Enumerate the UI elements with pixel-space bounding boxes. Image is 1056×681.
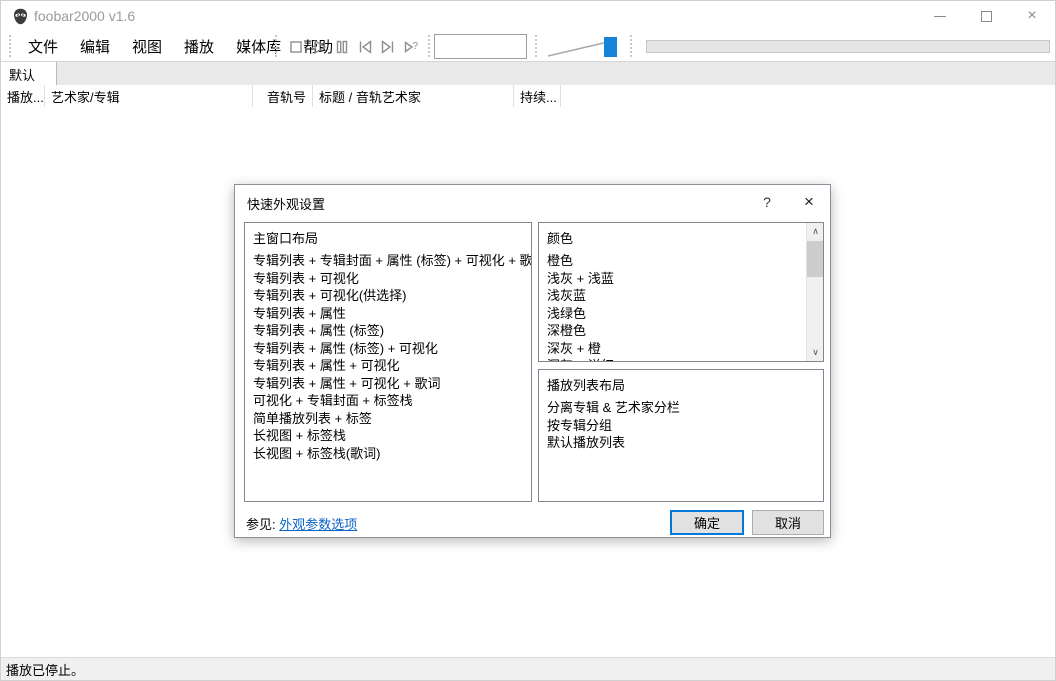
color-option[interactable]: 浅绿色: [539, 305, 806, 323]
color-option[interactable]: 深橙色: [539, 322, 806, 340]
random-icon: ?: [404, 41, 418, 53]
menu-item[interactable]: 编辑: [69, 31, 121, 61]
cancel-button[interactable]: 取消: [752, 510, 824, 535]
color-option[interactable]: 深灰 + 橙: [539, 340, 806, 358]
toolbar: 文件 编辑 视图 播放 媒体库 帮助 ?: [1, 31, 1055, 61]
dialog-help-button[interactable]: ?: [755, 191, 779, 213]
playlist-layout-header: 播放列表布局: [547, 378, 626, 393]
previous-icon: [359, 39, 371, 54]
close-button[interactable]: ×: [1009, 1, 1055, 31]
status-text: 播放已停止。: [6, 662, 85, 678]
layout-option[interactable]: 长视图 + 标签栈: [245, 427, 531, 445]
see-also: 参见: 外观参数选项: [246, 514, 357, 533]
play-icon: [313, 39, 326, 54]
pause-icon: [336, 40, 347, 53]
column-header-duration[interactable]: 持续...: [514, 85, 561, 107]
main-layout-items: 专辑列表 + 专辑封面 + 属性 (标签) + 可视化 + 歌词 专辑列表 + 可…: [245, 252, 531, 462]
playlist-tab-default[interactable]: 默认: [1, 62, 57, 86]
toolbar-gripper[interactable]: [630, 35, 633, 57]
appearance-preferences-link[interactable]: 外观参数选项: [279, 517, 357, 532]
playlist-layout-option[interactable]: 按专辑分组: [539, 417, 823, 435]
column-header-title-artist[interactable]: 标题 / 音轨艺术家: [313, 85, 514, 107]
toolbar-gripper[interactable]: [275, 35, 278, 57]
random-button[interactable]: ?: [399, 35, 422, 58]
color-option[interactable]: 浅灰蓝: [539, 287, 806, 305]
layout-option[interactable]: 可视化 + 专辑封面 + 标签栈: [245, 392, 531, 410]
playlist-layout-option[interactable]: 分离专辑 & 艺术家分栏: [539, 399, 823, 417]
toolbar-gripper[interactable]: [428, 35, 431, 57]
play-button[interactable]: [307, 35, 330, 58]
search-input[interactable]: [434, 34, 527, 59]
window-title: foobar2000 v1.6: [34, 8, 136, 24]
stop-icon: [289, 40, 302, 53]
dialog-title: 快速外观设置: [247, 197, 326, 212]
scroll-down-icon[interactable]: ∨: [807, 344, 823, 361]
layout-option[interactable]: 专辑列表 + 可视化: [245, 270, 531, 288]
maximize-button[interactable]: [963, 1, 1009, 31]
playlist-tab-strip: 默认: [1, 61, 1055, 86]
colors-items-wrap: 颜色 橙色浅灰 + 浅蓝浅灰蓝浅绿色深橙色深灰 + 橙深灰 + 洋红: [539, 229, 823, 361]
main-window: foobar2000 v1.6 × 文件 编辑 视图 播放 媒体库 帮助 ? 默…: [0, 0, 1056, 681]
toolbar-gripper[interactable]: [9, 35, 12, 57]
colors-scrollbar[interactable]: ∧ ∨: [806, 223, 823, 361]
colors-listbox[interactable]: 颜色 橙色浅灰 + 浅蓝浅灰蓝浅绿色深橙色深灰 + 橙深灰 + 洋红 ∧ ∨: [538, 222, 824, 362]
next-button[interactable]: [376, 35, 399, 58]
close-icon: ×: [1027, 7, 1037, 24]
menu-item[interactable]: 媒体库: [225, 31, 292, 61]
stop-button[interactable]: [284, 35, 307, 58]
ok-button[interactable]: 确定: [670, 510, 744, 535]
color-option[interactable]: 深灰 + 洋红: [539, 357, 806, 361]
minimize-button[interactable]: [917, 1, 963, 31]
layout-option[interactable]: 专辑列表 + 可视化(供选择): [245, 287, 531, 305]
toolbar-gripper[interactable]: [535, 35, 538, 57]
playback-buttons: ?: [284, 35, 422, 58]
layout-option[interactable]: 长视图 + 标签栈(歌词): [245, 445, 531, 463]
color-option[interactable]: 浅灰 + 浅蓝: [539, 270, 806, 288]
layout-option[interactable]: 专辑列表 + 专辑封面 + 属性 (标签) + 可视化 + 歌词: [245, 252, 531, 270]
close-icon: ×: [804, 192, 814, 211]
main-layout-header: 主窗口布局: [253, 231, 319, 246]
menu-item[interactable]: 视图: [121, 31, 173, 61]
playlist-layout-items: 分离专辑 & 艺术家分栏 按专辑分组 默认播放列表: [539, 399, 823, 452]
title-bar: foobar2000 v1.6 ×: [1, 1, 1055, 31]
menu-item[interactable]: 文件: [17, 31, 69, 61]
colors-header: 颜色: [547, 231, 574, 246]
playlist-layout-option[interactable]: 默认播放列表: [539, 434, 823, 452]
menu-item[interactable]: 播放: [173, 31, 225, 61]
dialog-close-button[interactable]: ×: [795, 191, 823, 213]
color-option[interactable]: 橙色: [539, 252, 806, 270]
svg-text:?: ?: [412, 41, 418, 52]
layout-option[interactable]: 专辑列表 + 属性 + 可视化 + 歌词: [245, 375, 531, 393]
previous-button[interactable]: [353, 35, 376, 58]
foobar2000-logo-icon: [13, 8, 28, 25]
column-header-artist-album[interactable]: 艺术家/专辑: [45, 85, 253, 107]
quick-appearance-dialog: 快速外观设置 ? × 主窗口布局 专辑列表 + 专辑封面 + 属性 (标签) +…: [234, 184, 831, 538]
colors-items: 橙色浅灰 + 浅蓝浅灰蓝浅绿色深橙色深灰 + 橙深灰 + 洋红: [539, 252, 806, 361]
volume-handle: [604, 37, 617, 57]
column-header-playing[interactable]: 播放...: [1, 85, 45, 107]
see-also-label: 参见:: [246, 517, 276, 532]
window-controls: ×: [917, 1, 1055, 31]
layout-option[interactable]: 专辑列表 + 属性 (标签) + 可视化: [245, 340, 531, 358]
scrollbar-thumb[interactable]: [807, 241, 823, 277]
status-bar: 播放已停止。: [1, 657, 1055, 680]
volume-slider[interactable]: [546, 33, 624, 59]
pause-button[interactable]: [330, 35, 353, 58]
layout-option[interactable]: 简单播放列表 + 标签: [245, 410, 531, 428]
playlist-layout-listbox[interactable]: 播放列表布局 分离专辑 & 艺术家分栏 按专辑分组 默认播放列表: [538, 369, 824, 502]
layout-option[interactable]: 专辑列表 + 属性: [245, 305, 531, 323]
layout-option[interactable]: 专辑列表 + 属性 + 可视化: [245, 357, 531, 375]
next-icon: [381, 39, 393, 54]
maximize-icon: [980, 10, 992, 22]
scroll-up-icon[interactable]: ∧: [807, 223, 823, 240]
playlist-column-headers: 播放... 艺术家/专辑 音轨号 标题 / 音轨艺术家 持续...: [1, 85, 1055, 107]
layout-option[interactable]: 专辑列表 + 属性 (标签): [245, 322, 531, 340]
main-layout-listbox[interactable]: 主窗口布局 专辑列表 + 专辑封面 + 属性 (标签) + 可视化 + 歌词 专辑…: [244, 222, 532, 502]
seekbar[interactable]: [646, 40, 1050, 53]
column-header-track-no[interactable]: 音轨号: [253, 85, 313, 107]
minimize-icon: [934, 15, 946, 17]
